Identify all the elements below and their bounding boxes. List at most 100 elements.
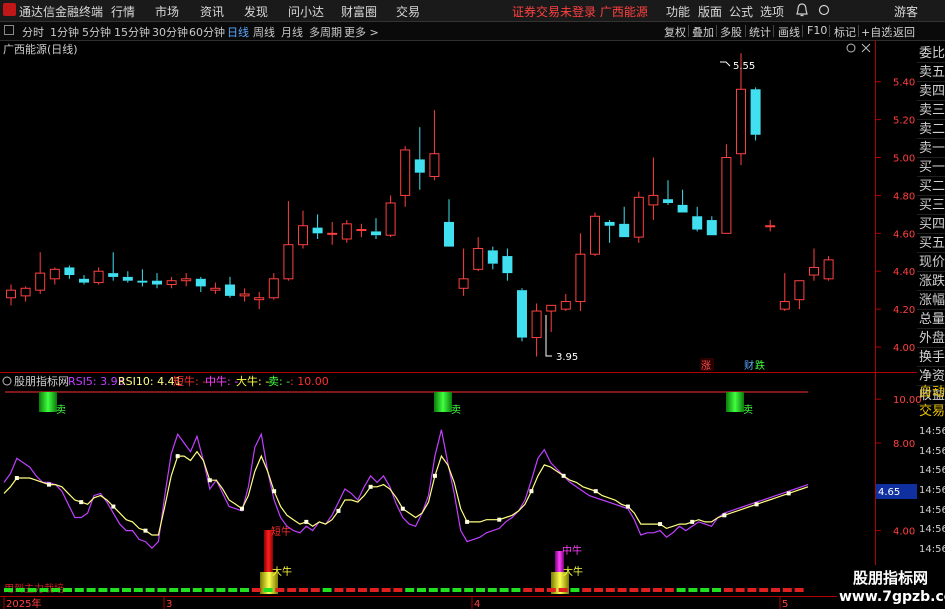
period-more[interactable]: 更多 > [344, 24, 379, 40]
quote-tab[interactable]: 卖五 [917, 63, 945, 82]
f10-button[interactable]: F10 [807, 24, 827, 37]
period-30min[interactable]: 30分钟 [152, 24, 188, 40]
indicator-name[interactable]: 股朋指标网 [14, 374, 69, 388]
quote-tab[interactable]: 涨幅 [917, 291, 945, 310]
event-badge-finance[interactable]: 财 [744, 359, 754, 372]
statistics-button[interactable]: 统计 [749, 24, 771, 40]
add-watchlist-button[interactable]: +自选 [861, 24, 892, 40]
menu-exchange[interactable]: 市场 [155, 3, 179, 20]
quote-tab[interactable]: 卖二 [917, 120, 945, 139]
sell-signal: 卖 [726, 392, 753, 416]
rsi10-marker [465, 519, 470, 524]
candle [502, 248, 513, 281]
app-title: 通达信金融终端 [19, 5, 104, 19]
menu-market[interactable]: 行情 [111, 3, 135, 20]
mid-bull-text: 中牛 [562, 544, 582, 557]
menu-discover[interactable]: 发现 [244, 3, 268, 20]
period-5min[interactable]: 5分钟 [82, 24, 111, 40]
quote-tab[interactable]: 现价 [917, 253, 945, 272]
menu-trade[interactable]: 交易 [396, 3, 420, 20]
big-bull-text: 大牛 [272, 565, 292, 578]
menu-layout[interactable]: 版面 [698, 3, 722, 20]
candle [517, 288, 527, 342]
trend-block [334, 588, 344, 592]
indicator-tick-label: 4.00 [893, 527, 915, 538]
indicator-tick-label: 8.00 [893, 439, 915, 450]
tick-time: 14:56 [919, 524, 945, 536]
trend-block [27, 588, 37, 592]
period-daily[interactable]: 日线 [227, 24, 249, 40]
quote-tab[interactable]: 买一 [917, 158, 945, 177]
quote-tab[interactable]: 换手 [917, 348, 945, 367]
indicator-settings-icon[interactable] [2, 376, 12, 386]
auto-trade-tab[interactable]: 自动 [917, 383, 945, 402]
draw-line-button[interactable]: 画线 [778, 24, 800, 40]
event-badge-up[interactable]: 涨 [701, 360, 711, 372]
quote-tab[interactable]: 卖四 [917, 82, 945, 101]
menu-news[interactable]: 资讯 [200, 3, 224, 20]
multi-stock-button[interactable]: 多股 [720, 24, 742, 40]
menu-function[interactable]: 功能 [666, 3, 690, 20]
quote-tab[interactable]: 买五 [917, 234, 945, 253]
quote-tab[interactable]: 买三 [917, 196, 945, 215]
quote-tab[interactable]: 外盘 [917, 329, 945, 348]
quote-tab[interactable]: 委比 [917, 44, 945, 63]
event-badge-down[interactable]: 跌 [755, 359, 765, 372]
quote-tab[interactable]: 总量 [917, 310, 945, 329]
adjust-button[interactable]: 复权 [664, 24, 686, 40]
watermark-title: 股朋指标网 [853, 569, 929, 587]
candle [356, 223, 367, 238]
quote-tab[interactable]: 卖一 [917, 139, 945, 158]
menu-ask[interactable]: 问小达 [288, 3, 324, 20]
candle [298, 210, 308, 249]
trend-block [605, 588, 615, 592]
candle [706, 216, 717, 236]
trend-block [322, 588, 332, 592]
rsi5-label: RSI5: 3.93 [68, 375, 125, 388]
chart-area[interactable]: 广西能源(日线) 4.00 4.20 4.40 4.60 4.80 5.00 5.20 5.4… [0, 40, 945, 609]
trend-block [476, 588, 485, 592]
candle [765, 220, 776, 232]
chart-settings-icon[interactable] [846, 43, 856, 53]
menu-wealth[interactable]: 财富圈 [341, 3, 377, 20]
rsi10-marker [79, 500, 84, 505]
period-intraday[interactable]: 分时 [22, 24, 44, 40]
big-bull-text: 大牛 [563, 565, 583, 578]
chart-close-icon[interactable] [861, 43, 871, 53]
price-tick-label: 5.20 [893, 116, 915, 127]
period-15min[interactable]: 15分钟 [114, 24, 150, 40]
trend-block [570, 588, 580, 592]
quote-tab[interactable]: 卖三 [917, 101, 945, 120]
high-price-callout: 5.55 [720, 61, 755, 72]
trend-block [511, 588, 521, 592]
menu-formula[interactable]: 公式 [729, 3, 753, 20]
sell-signal: 卖 [39, 392, 66, 416]
auto-trade-tab[interactable]: 交易 [917, 402, 945, 421]
big-bull-label: 大牛: - [236, 374, 269, 388]
notification-bell-icon[interactable] [795, 3, 809, 18]
trend-strip [4, 588, 804, 592]
candle [181, 273, 192, 287]
menu-options[interactable]: 选项 [760, 3, 784, 20]
period-monthly[interactable]: 月线 [281, 24, 303, 40]
tick-time: 14:56 [919, 445, 945, 457]
quote-tab[interactable]: 涨跌 [917, 272, 945, 291]
layout-toggle-icon[interactable] [4, 25, 14, 35]
guest-user[interactable]: 游客 [894, 3, 918, 20]
trend-block [74, 588, 84, 592]
rsi10-marker [111, 504, 116, 509]
window-controls-icon[interactable] [818, 4, 830, 16]
back-button[interactable]: 返回 [893, 24, 915, 40]
period-1min[interactable]: 1分钟 [50, 24, 79, 40]
period-60min[interactable]: 60分钟 [189, 24, 225, 40]
mark-button[interactable]: 标记 [834, 24, 856, 40]
period-multi[interactable]: 多周期 [309, 24, 342, 40]
tick-time: 14:56 [919, 504, 945, 516]
quote-tab[interactable]: 买四 [917, 215, 945, 234]
short-bull-text: 短牛 [271, 525, 291, 538]
toolbar-divider [829, 25, 830, 37]
toolbar-divider [773, 25, 774, 37]
period-weekly[interactable]: 周线 [253, 24, 275, 40]
quote-tab[interactable]: 买二 [917, 177, 945, 196]
overlay-button[interactable]: 叠加 [692, 24, 714, 40]
